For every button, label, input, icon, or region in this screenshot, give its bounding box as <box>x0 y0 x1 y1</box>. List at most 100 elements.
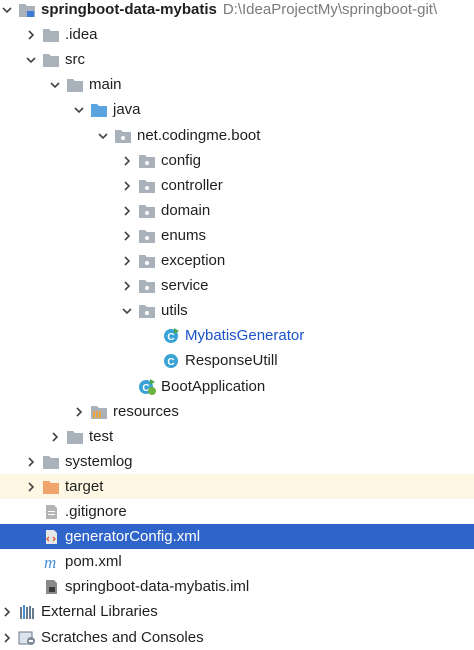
project-tree: springboot-data-mybatis D:\IdeaProjectMy… <box>0 0 474 646</box>
chevron-down-icon[interactable] <box>24 47 38 72</box>
scratches-and-consoles-label: Scratches and Consoles <box>41 629 204 646</box>
arrow-spacer <box>144 323 158 348</box>
generator-config-file[interactable]: generatorConfig.xml <box>0 524 474 549</box>
chevron-right-icon[interactable] <box>0 599 14 624</box>
folder-icon <box>66 428 84 446</box>
generator-config-file-label: generatorConfig.xml <box>65 528 201 545</box>
package-icon <box>138 277 156 295</box>
arrow-spacer <box>24 499 38 524</box>
pom-file[interactable]: m pom.xml <box>0 549 474 574</box>
module-folder-icon <box>18 1 36 19</box>
idea-folder[interactable]: .idea <box>0 22 474 47</box>
main-folder[interactable]: main <box>0 72 474 97</box>
arrow-spacer <box>24 574 38 599</box>
chevron-right-icon[interactable] <box>120 223 134 248</box>
test-folder[interactable]: test <box>0 424 474 449</box>
package-icon <box>138 302 156 320</box>
package-icon <box>114 127 132 145</box>
package-service-label: service <box>161 277 209 294</box>
src-folder[interactable]: src <box>0 47 474 72</box>
chevron-right-icon[interactable] <box>120 148 134 173</box>
excluded-folder-icon <box>42 478 60 496</box>
svg-text:C: C <box>167 332 174 343</box>
chevron-down-icon[interactable] <box>72 97 86 122</box>
iml-file[interactable]: springboot-data-mybatis.iml <box>0 574 474 599</box>
package-domain-label: domain <box>161 202 211 219</box>
package-config-label: config <box>161 152 202 169</box>
package-icon <box>138 202 156 220</box>
gitignore-file[interactable]: .gitignore <box>0 499 474 524</box>
scratches-and-consoles[interactable]: Scratches and Consoles <box>0 625 474 650</box>
resources-folder[interactable]: resources <box>0 399 474 424</box>
chevron-right-icon[interactable] <box>0 625 14 650</box>
src-folder-label: src <box>65 51 85 68</box>
class-response-utill[interactable]: C ResponseUtill <box>0 348 474 373</box>
chevron-right-icon[interactable] <box>24 474 38 499</box>
source-folder-icon <box>90 101 108 119</box>
chevron-down-icon[interactable] <box>48 72 62 97</box>
class-mybatis-generator[interactable]: C MybatisGenerator <box>0 323 474 348</box>
package-enums-label: enums <box>161 227 207 244</box>
spring-boot-class-icon: C <box>138 378 156 396</box>
java-folder[interactable]: java <box>0 97 474 122</box>
systemlog-folder-label: systemlog <box>65 453 133 470</box>
chevron-right-icon[interactable] <box>72 399 86 424</box>
package-exception[interactable]: exception <box>0 248 474 273</box>
systemlog-folder[interactable]: systemlog <box>0 449 474 474</box>
idea-folder-label: .idea <box>65 26 98 43</box>
chevron-down-icon[interactable] <box>96 123 110 148</box>
gitignore-file-label: .gitignore <box>65 503 127 520</box>
java-folder-label: java <box>113 101 141 118</box>
package-utils[interactable]: utils <box>0 298 474 323</box>
external-libraries-label: External Libraries <box>41 603 158 620</box>
class-mybatis-generator-label: MybatisGenerator <box>185 327 305 344</box>
project-name: springboot-data-mybatis <box>41 1 217 18</box>
package-service[interactable]: service <box>0 273 474 298</box>
chevron-right-icon[interactable] <box>120 273 134 298</box>
package-boot-label: net.codingme.boot <box>137 127 261 144</box>
resources-folder-icon <box>90 403 108 421</box>
folder-icon <box>42 51 60 69</box>
target-folder-label: target <box>65 478 104 495</box>
package-icon <box>138 227 156 245</box>
arrow-spacer <box>24 524 38 549</box>
arrow-spacer <box>24 549 38 574</box>
iml-file-label: springboot-data-mybatis.iml <box>65 578 250 595</box>
folder-icon <box>42 453 60 471</box>
project-path: D:\IdeaProjectMy\springboot-git\ <box>222 1 438 18</box>
package-icon <box>138 152 156 170</box>
package-icon <box>138 177 156 195</box>
package-controller-label: controller <box>161 177 223 194</box>
class-response-utill-label: ResponseUtill <box>185 352 278 369</box>
package-domain[interactable]: domain <box>0 198 474 223</box>
main-folder-label: main <box>89 76 122 93</box>
chevron-right-icon[interactable] <box>24 449 38 474</box>
chevron-down-icon[interactable] <box>0 0 14 22</box>
project-root[interactable]: springboot-data-mybatis D:\IdeaProjectMy… <box>0 0 474 22</box>
package-exception-label: exception <box>161 252 226 269</box>
libraries-icon <box>18 603 36 621</box>
chevron-right-icon[interactable] <box>48 424 62 449</box>
iml-file-icon <box>42 578 60 596</box>
target-folder[interactable]: target <box>0 474 474 499</box>
external-libraries[interactable]: External Libraries <box>0 599 474 624</box>
package-enums[interactable]: enums <box>0 223 474 248</box>
folder-icon <box>66 76 84 94</box>
package-boot[interactable]: net.codingme.boot <box>0 123 474 148</box>
chevron-right-icon[interactable] <box>24 22 38 47</box>
class-boot-application-label: BootApplication <box>161 378 266 395</box>
chevron-right-icon[interactable] <box>120 248 134 273</box>
maven-icon: m <box>42 553 60 571</box>
package-icon <box>138 252 156 270</box>
chevron-down-icon[interactable] <box>120 298 134 323</box>
scratches-icon <box>18 629 36 647</box>
package-utils-label: utils <box>161 302 188 319</box>
chevron-right-icon[interactable] <box>120 173 134 198</box>
class-boot-application[interactable]: C BootApplication <box>0 374 474 399</box>
runnable-class-icon: C <box>162 327 180 345</box>
arrow-spacer <box>144 348 158 373</box>
package-config[interactable]: config <box>0 148 474 173</box>
resources-folder-label: resources <box>113 403 179 420</box>
package-controller[interactable]: controller <box>0 173 474 198</box>
chevron-right-icon[interactable] <box>120 198 134 223</box>
